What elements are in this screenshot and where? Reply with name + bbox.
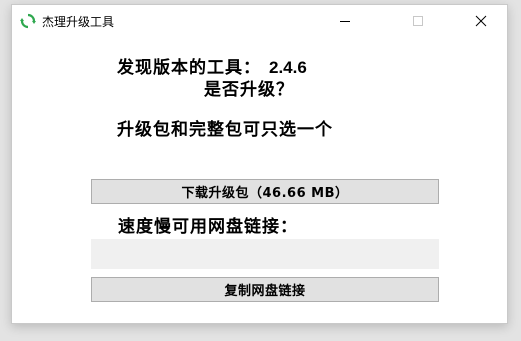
refresh-icon [20,13,36,29]
upgrade-question: 是否升级？ [204,80,294,100]
netdisk-link-label: 速度慢可用网盘链接： [118,217,298,237]
copy-link-button[interactable]: 复制网盘链接 [91,277,439,302]
netdisk-link-field[interactable] [91,239,439,269]
close-icon [475,15,487,26]
title-bar[interactable]: 杰理升级工具 [12,5,507,36]
maximize-icon [413,15,423,26]
maximize-button[interactable] [395,5,441,36]
close-button[interactable] [458,5,504,36]
minimize-icon [340,20,350,22]
window-title: 杰理升级工具 [42,15,115,29]
download-upgrade-button[interactable]: 下载升级包（46.66 MB） [91,179,439,204]
upgrade-tool-window: 杰理升级工具 发现版本的工具： 2.4.6 是否升级？ 升级包和完整包可只选一个 … [11,4,508,324]
minimize-button[interactable] [322,5,368,36]
package-choice-hint: 升级包和完整包可只选一个 [117,120,333,140]
